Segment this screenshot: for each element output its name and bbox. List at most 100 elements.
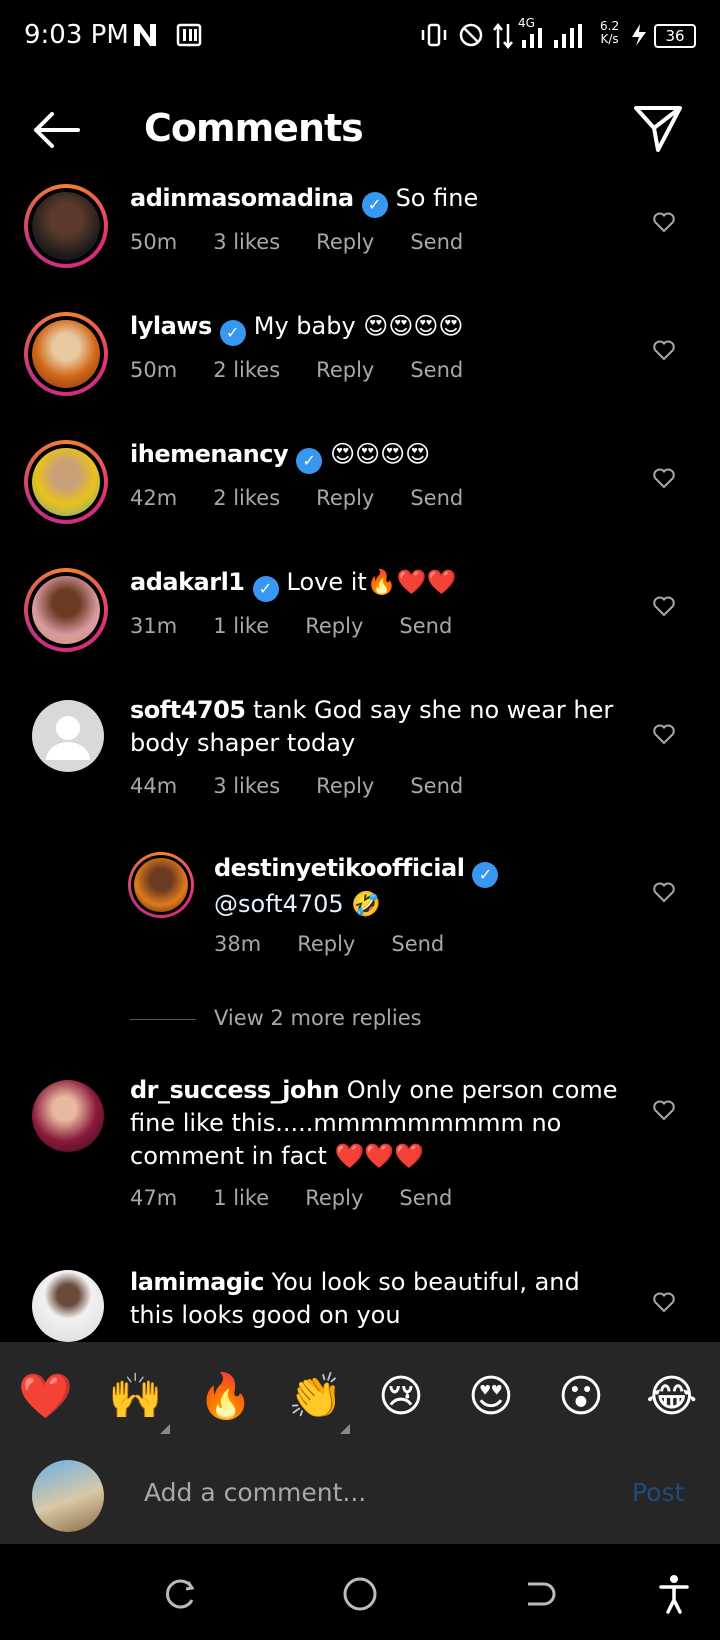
like-heart-icon[interactable] bbox=[652, 466, 676, 490]
avatar[interactable] bbox=[24, 184, 108, 268]
comment-meta: 38m Reply Send bbox=[214, 932, 480, 956]
recent-apps-icon[interactable] bbox=[164, 1578, 196, 1610]
avatar[interactable] bbox=[24, 440, 108, 524]
system-navigation-bar bbox=[0, 1544, 720, 1640]
username[interactable]: adakarl1 bbox=[130, 568, 245, 596]
skin-tone-indicator-icon bbox=[160, 1424, 170, 1434]
emoji-surprised-face[interactable]: 😮 bbox=[558, 1370, 604, 1424]
likes-count[interactable]: 2 likes bbox=[213, 358, 280, 382]
current-user-avatar bbox=[32, 1460, 104, 1532]
comment-meta: 50m 3 likes Reply Send bbox=[130, 230, 499, 254]
likes-count[interactable]: 3 likes bbox=[213, 230, 280, 254]
emoji-clapping-hands[interactable]: 👏 bbox=[288, 1370, 343, 1424]
send-button[interactable]: Send bbox=[391, 932, 444, 956]
username[interactable]: destinyetikoofficial bbox=[214, 854, 465, 882]
emoji-heart-eyes[interactable]: 😍 bbox=[468, 1370, 514, 1424]
comment-time: 44m bbox=[130, 774, 178, 798]
reply-button[interactable]: Reply bbox=[316, 486, 374, 510]
emoji-fire[interactable]: 🔥 bbox=[198, 1370, 253, 1424]
comment-text: adinmasomadina ✓ So fine bbox=[130, 182, 620, 218]
like-heart-icon[interactable] bbox=[652, 1290, 676, 1314]
send-button[interactable]: Send bbox=[410, 774, 463, 798]
back-nav-icon[interactable] bbox=[524, 1578, 556, 1610]
reply-button[interactable]: Reply bbox=[297, 932, 355, 956]
send-button[interactable]: Send bbox=[399, 614, 452, 638]
back-arrow-icon[interactable] bbox=[30, 108, 82, 152]
avatar[interactable] bbox=[24, 312, 108, 396]
likes-count[interactable]: 3 likes bbox=[213, 774, 280, 798]
username[interactable]: lylaws bbox=[130, 312, 212, 340]
reply-button[interactable]: Reply bbox=[305, 1186, 363, 1210]
reply-button[interactable]: Reply bbox=[316, 774, 374, 798]
like-heart-icon[interactable] bbox=[652, 210, 676, 234]
verified-badge-icon: ✓ bbox=[296, 448, 323, 474]
verified-badge-icon: ✓ bbox=[219, 320, 246, 346]
likes-count[interactable]: 1 like bbox=[213, 614, 269, 638]
comment-time: 42m bbox=[130, 486, 178, 510]
do-not-disturb-icon bbox=[459, 23, 483, 47]
avatar[interactable] bbox=[32, 1270, 104, 1342]
reply-button[interactable]: Reply bbox=[316, 358, 374, 382]
send-button[interactable]: Send bbox=[410, 230, 463, 254]
likes-count[interactable]: 2 likes bbox=[213, 486, 280, 510]
username[interactable]: lamimagic bbox=[130, 1268, 265, 1296]
comment-text: adakarl1 ✓ Love it🔥❤️❤️ bbox=[130, 566, 620, 602]
skin-tone-indicator-icon bbox=[340, 1424, 350, 1434]
pager-notification-icon bbox=[176, 23, 202, 47]
comment-time: 31m bbox=[130, 614, 178, 638]
accessibility-icon[interactable] bbox=[658, 1574, 690, 1614]
like-heart-icon[interactable] bbox=[652, 1098, 676, 1122]
like-heart-icon[interactable] bbox=[652, 594, 676, 618]
charging-icon bbox=[632, 24, 646, 46]
comment-time: 38m bbox=[214, 932, 262, 956]
avatar[interactable] bbox=[24, 568, 108, 652]
comment-text: dr_success_john Only one person come fin… bbox=[130, 1076, 618, 1170]
comment-time: 50m bbox=[130, 230, 178, 254]
view-more-replies-button[interactable]: View 2 more replies bbox=[130, 1006, 422, 1030]
reply-button[interactable]: Reply bbox=[305, 614, 363, 638]
verified-badge-icon: ✓ bbox=[252, 576, 279, 602]
likes-count[interactable]: 1 like bbox=[213, 1186, 269, 1210]
data-transfer-icon bbox=[493, 22, 513, 50]
username[interactable]: soft4705 bbox=[130, 696, 246, 724]
comment-meta: 47m 1 like Reply Send bbox=[130, 1186, 488, 1210]
comment-text: lamimagic You look so beautiful, and thi… bbox=[130, 1268, 580, 1329]
username[interactable]: adinmasomadina bbox=[130, 184, 354, 212]
emoji-crying-face[interactable]: 😢 bbox=[378, 1370, 424, 1424]
comment-meta: 42m 2 likes Reply Send bbox=[130, 486, 499, 510]
netflix-notification-icon bbox=[134, 24, 156, 46]
signal-icon bbox=[522, 24, 582, 48]
reply-button[interactable]: Reply bbox=[316, 230, 374, 254]
avatar[interactable] bbox=[32, 700, 104, 772]
send-button[interactable]: Send bbox=[399, 1186, 452, 1210]
header-bar: Comments bbox=[0, 80, 720, 180]
comment-text: destinyetikoofficial ✓@soft4705 🤣 bbox=[214, 852, 624, 921]
post-button[interactable]: Post bbox=[632, 1478, 684, 1507]
like-heart-icon[interactable] bbox=[652, 722, 676, 746]
emoji-raised-hands[interactable]: 🙌 bbox=[108, 1370, 163, 1424]
avatar[interactable] bbox=[32, 1080, 104, 1152]
like-heart-icon[interactable] bbox=[652, 338, 676, 362]
send-button[interactable]: Send bbox=[410, 358, 463, 382]
send-button[interactable]: Send bbox=[410, 486, 463, 510]
username[interactable]: dr_success_john bbox=[130, 1076, 340, 1104]
default-avatar-icon bbox=[46, 716, 90, 760]
comment-time: 47m bbox=[130, 1186, 178, 1210]
comment-meta: 31m 1 like Reply Send bbox=[130, 614, 488, 638]
like-heart-icon[interactable] bbox=[652, 880, 676, 904]
share-icon[interactable] bbox=[632, 102, 684, 154]
home-icon[interactable] bbox=[342, 1576, 378, 1612]
emoji-heart[interactable]: ❤️ bbox=[18, 1370, 73, 1424]
emoji-laughing-face[interactable]: 😂 bbox=[646, 1370, 697, 1424]
emoji-quick-bar: ❤️ 🙌 🔥 👏 😢 😍 😮 😂 bbox=[0, 1342, 720, 1452]
comment-item: lamimagic You look so beautiful, and thi… bbox=[0, 1266, 720, 1342]
username[interactable]: ihemenancy bbox=[130, 440, 289, 468]
comment-meta: 50m 2 likes Reply Send bbox=[130, 358, 499, 382]
comment-text: ihemenancy ✓ 😍😍😍😍 bbox=[130, 438, 620, 474]
vibrate-icon bbox=[421, 23, 447, 47]
comment-input[interactable]: Add a comment... bbox=[144, 1478, 366, 1507]
network-speed: 6.2 K/s bbox=[600, 19, 620, 46]
comment-time: 50m bbox=[130, 358, 178, 382]
avatar[interactable] bbox=[128, 852, 194, 918]
status-time: 9:03 PM bbox=[24, 20, 129, 50]
